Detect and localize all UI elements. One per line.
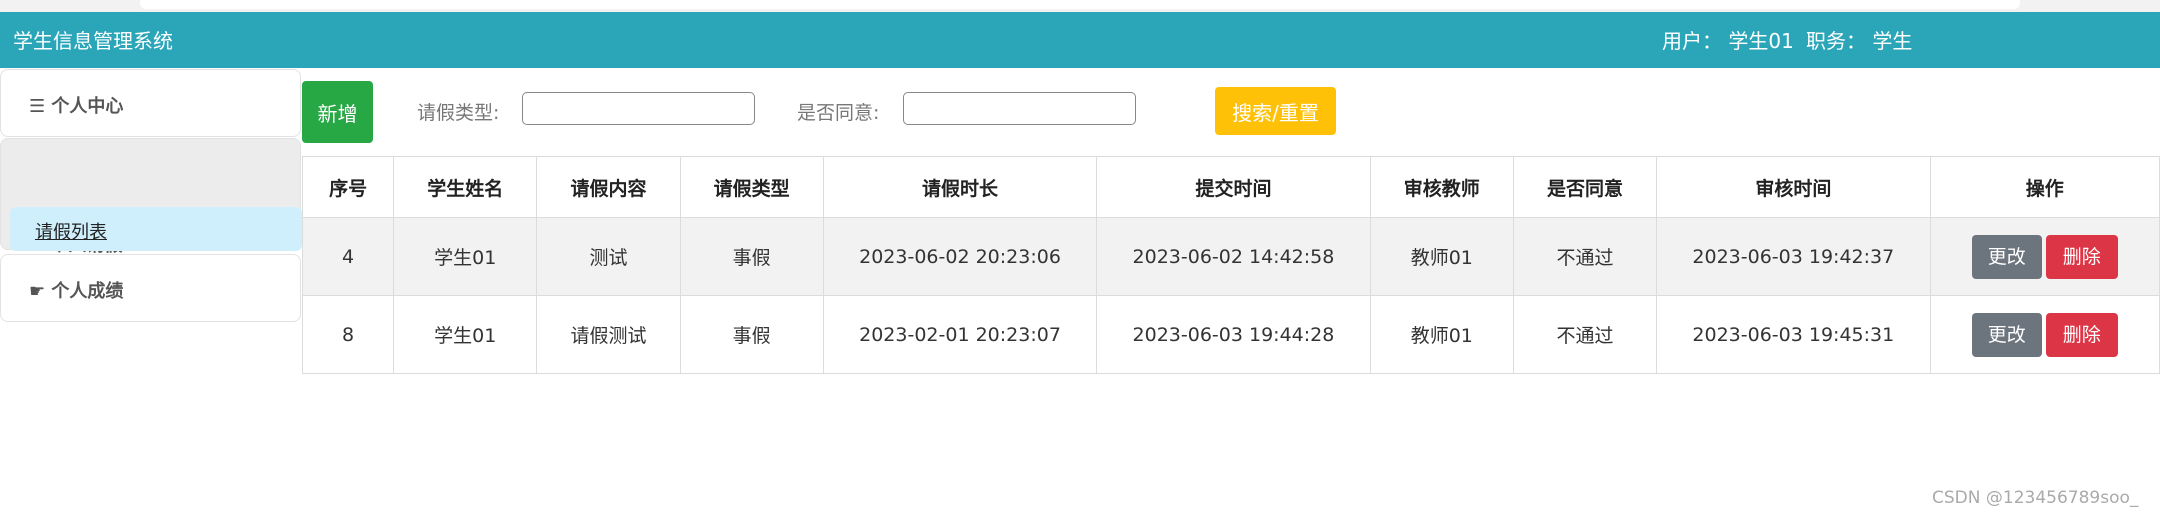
leave-type-label: 请假类型: (417, 102, 500, 124)
menu-icon: ☰ (29, 96, 46, 117)
user-role: 职务： 学生 (1806, 29, 1913, 53)
column-header: 提交时间 (1096, 156, 1371, 218)
sidebar-item-personal-center[interactable]: ☰ 个人中心 (0, 69, 301, 137)
delete-button[interactable]: 删除 (2045, 234, 2118, 279)
column-header: 请假时长 (822, 156, 1098, 218)
column-header: 学生姓名 (393, 156, 538, 218)
sidebar-item-label: ☰ 个人中心 (29, 96, 124, 117)
leave-table: 序号 学生姓名 请假内容 请假类型 请假时长 提交时间 审核教师 是否同意 审核… (301, 156, 2160, 374)
cell-review-time: 2023-06-03 19:45:31 (1656, 295, 1931, 374)
table-header-row: 序号 学生姓名 请假内容 请假类型 请假时长 提交时间 审核教师 是否同意 审核… (301, 156, 2160, 218)
cell-actions: 更改 删除 (1929, 217, 2160, 296)
cell-agreed: 不通过 (1512, 295, 1658, 374)
cell-leave-duration: 2023-02-01 20:23:07 (822, 295, 1098, 374)
cell-id: 8 (301, 295, 395, 374)
column-header: 是否同意 (1512, 156, 1658, 218)
table-row: 4 学生01 测试 事假 2023-06-02 20:23:06 2023-06… (301, 217, 2160, 296)
edit-button[interactable]: 更改 (1971, 312, 2042, 357)
cell-agreed: 不通过 (1512, 217, 1658, 296)
cell-student-name: 学生01 (393, 217, 538, 296)
column-header: 序号 (301, 156, 395, 218)
search-reset-button[interactable]: 搜索/重置 (1215, 87, 1336, 135)
cell-id: 4 (301, 217, 395, 296)
column-header: 请假内容 (536, 156, 681, 218)
cell-leave-duration: 2023-06-02 20:23:06 (822, 217, 1098, 296)
sidebar-item-grades[interactable]: ☛ 个人成绩 (0, 254, 301, 322)
cell-submit-time: 2023-06-02 14:42:58 (1096, 217, 1371, 296)
cell-reviewer: 教师01 (1369, 217, 1514, 296)
table-row: 8 学生01 请假测试 事假 2023-02-01 20:23:07 2023-… (301, 295, 2160, 374)
app-header: 学生信息管理系统 用户： 学生01 职务： 学生 (0, 12, 2160, 68)
delete-button[interactable]: 删除 (2045, 312, 2118, 357)
cell-actions: 更改 删除 (1929, 295, 2160, 374)
sidebar-subitem-leave-list[interactable]: 请假列表 (10, 207, 302, 251)
browser-top-strip (0, 0, 2160, 12)
column-header: 审核时间 (1656, 156, 1931, 218)
current-user: 用户： 学生01 (1662, 29, 1794, 53)
agree-input[interactable] (903, 92, 1136, 125)
add-button[interactable]: 新增 (302, 81, 373, 143)
edit-button[interactable]: 更改 (1971, 234, 2042, 279)
cell-leave-content: 测试 (536, 217, 681, 296)
sidebar-item-label: ☛ 个人成绩 (29, 281, 124, 302)
cell-leave-type: 事假 (679, 217, 824, 296)
cell-submit-time: 2023-06-03 19:44:28 (1096, 295, 1371, 374)
cell-leave-type: 事假 (679, 295, 824, 374)
cell-review-time: 2023-06-03 19:42:37 (1656, 217, 1931, 296)
sidebar: ☰ 个人中心 ➸ 个人请假 请假列表 ☛ 个人成绩 (0, 68, 303, 330)
watermark: CSDN @123456789soo_ (1932, 488, 2139, 508)
hand-pointer-icon: ☛ (29, 281, 46, 302)
column-header: 操作 (1929, 156, 2160, 218)
column-header: 请假类型 (679, 156, 824, 218)
column-header: 审核教师 (1369, 156, 1514, 218)
cell-reviewer: 教师01 (1369, 295, 1514, 374)
agree-label: 是否同意: (797, 102, 880, 124)
sidebar-subitem-label: 请假列表 (35, 222, 107, 243)
app-title: 学生信息管理系统 (13, 29, 173, 53)
cell-student-name: 学生01 (393, 295, 538, 374)
browser-top-strip-inner (140, 0, 2020, 9)
cell-leave-content: 请假测试 (536, 295, 681, 374)
leave-type-input[interactable] (522, 92, 755, 125)
